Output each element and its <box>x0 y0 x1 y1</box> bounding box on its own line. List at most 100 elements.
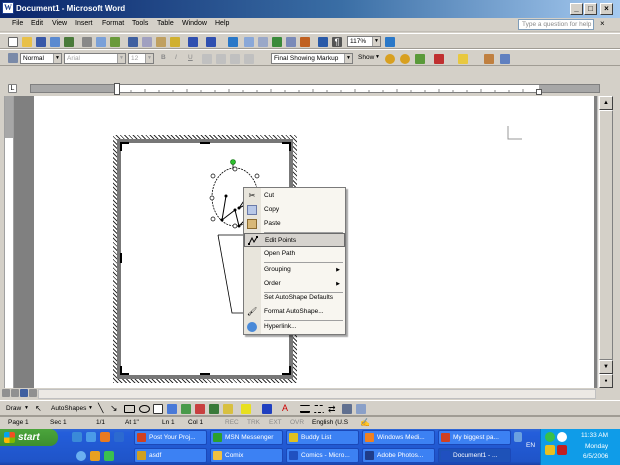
task-my-biggest[interactable]: My biggest pa... <box>438 430 511 445</box>
diagram-icon[interactable] <box>181 404 191 414</box>
task-msn-messenger[interactable]: MSN Messenger <box>210 430 283 445</box>
status-trk[interactable]: TRK <box>247 419 260 426</box>
menu-item-format-autoshape[interactable]: 🖌 Format AutoShape... <box>244 305 345 319</box>
browse-object-icon[interactable]: ● <box>599 374 613 388</box>
quick-launch-firefox-icon[interactable] <box>100 432 110 442</box>
vertical-scrollbar[interactable]: ▲ ▼ ● <box>597 96 613 388</box>
outline-view-icon[interactable] <box>29 389 37 397</box>
line-tool-icon[interactable]: ╲ <box>98 403 103 414</box>
dash-style-icon[interactable] <box>314 405 324 413</box>
draw-menu-button[interactable]: Draw <box>6 405 21 412</box>
task-adobe-photoshop[interactable]: Adobe Photos... <box>362 448 435 463</box>
line-color-icon[interactable] <box>262 404 272 414</box>
task-buddy-list[interactable]: Buddy List <box>286 430 359 445</box>
quick-launch-media-icon[interactable] <box>86 432 96 442</box>
task-icon <box>289 433 298 442</box>
paste-icon <box>247 219 257 229</box>
status-rec[interactable]: REC <box>225 419 239 426</box>
status-pages: 1/1 <box>96 419 106 426</box>
task-comix[interactable]: Comix <box>210 448 283 463</box>
hyperlink-icon <box>247 322 257 332</box>
submenu-arrow-icon: ▶ <box>336 267 340 273</box>
task-windows-media[interactable]: Windows Medi... <box>362 430 435 445</box>
menu-item-label: Order <box>264 280 281 287</box>
spelling-status-icon[interactable]: ✍ <box>360 418 370 427</box>
rectangle-tool-icon[interactable] <box>124 405 135 413</box>
select-objects-icon[interactable]: ↖ <box>35 404 42 413</box>
fill-color-icon[interactable] <box>241 404 251 414</box>
normal-view-icon[interactable] <box>2 389 10 397</box>
picture-icon[interactable] <box>223 404 233 414</box>
status-at: At 1" <box>125 419 139 426</box>
context-menu: ✂ Cut Copy Paste Edit Points Open Path G… <box>243 187 346 335</box>
submenu-arrow-icon: ▶ <box>336 281 340 287</box>
menu-item-hyperlink[interactable]: Hyperlink... <box>244 320 345 334</box>
task-label: Post Your Proj... <box>149 434 196 441</box>
task-icon <box>213 433 222 442</box>
edit-points-icon <box>248 236 258 246</box>
arrow-style-icon[interactable]: ⇄ <box>328 404 338 414</box>
shadow-style-icon[interactable] <box>342 404 352 414</box>
3d-style-icon[interactable] <box>356 404 366 414</box>
scroll-thumb[interactable] <box>599 110 613 360</box>
line-style-icon[interactable] <box>300 405 310 413</box>
scissors-icon: ✂ <box>248 191 256 200</box>
scroll-up-icon[interactable]: ▲ <box>599 96 613 110</box>
menu-item-set-autoshape-defaults[interactable]: Set AutoShape Defaults <box>244 291 345 305</box>
task-post-your-project[interactable]: Post Your Proj... <box>134 430 207 445</box>
scroll-down-icon[interactable]: ▼ <box>599 360 613 374</box>
task-icon <box>441 433 450 442</box>
arrow-tool-icon[interactable]: ↘ <box>110 403 118 414</box>
menu-item-label: Cut <box>264 192 275 199</box>
tray-security-icon[interactable] <box>557 445 567 455</box>
taskbar-expand-icon[interactable] <box>514 432 522 442</box>
task-label: Document1 - ... <box>453 452 498 459</box>
quick-launch-aim-icon[interactable] <box>90 451 100 461</box>
quick-launch-search-icon[interactable] <box>76 451 86 461</box>
language-indicator[interactable]: EN <box>526 442 535 449</box>
sizing-handle <box>232 166 238 172</box>
quick-launch-msn-icon[interactable] <box>104 451 114 461</box>
task-label: My biggest pa... <box>453 434 499 441</box>
status-ext[interactable]: EXT <box>269 419 282 426</box>
web-layout-icon[interactable] <box>11 389 19 397</box>
tray-aim-icon[interactable] <box>545 445 555 455</box>
clip-art-icon[interactable] <box>195 404 205 414</box>
sizing-handle <box>210 173 216 179</box>
tray-network-icon[interactable] <box>557 432 567 442</box>
menu-item-paste[interactable]: Paste <box>244 217 345 231</box>
task-document1[interactable]: Document1 - ... <box>438 448 511 463</box>
menu-item-open-path[interactable]: Open Path <box>244 247 345 261</box>
view-bar <box>0 388 620 400</box>
menu-item-label: Copy <box>264 206 280 213</box>
menu-item-label: Edit Points <box>265 237 297 244</box>
horizontal-scrollbar[interactable] <box>38 389 596 399</box>
menu-item-grouping[interactable]: Grouping ▶ <box>244 263 345 277</box>
font-color-icon[interactable]: A <box>282 403 288 413</box>
menu-item-edit-points[interactable]: Edit Points <box>244 233 345 247</box>
menu-item-cut[interactable]: ✂ Cut <box>244 189 345 203</box>
menu-item-copy[interactable]: Copy <box>244 203 345 217</box>
task-comics-word[interactable]: Comics - Micro... <box>286 448 359 463</box>
menu-item-label: Set AutoShape Defaults <box>264 294 334 301</box>
quick-launch-ie-icon[interactable] <box>72 432 82 442</box>
start-button[interactable]: start <box>0 429 58 446</box>
menu-item-label: Paste <box>264 220 281 227</box>
status-bar: Page 1 Sec 1 1/1 At 1" Ln 1 Col 1 REC TR… <box>0 416 620 429</box>
task-icon <box>289 451 298 460</box>
sizing-handle <box>232 223 238 229</box>
status-ovr[interactable]: OVR <box>290 419 304 426</box>
sizing-handle <box>254 173 260 179</box>
quick-launch-desktop-icon[interactable] <box>114 432 124 442</box>
print-layout-icon[interactable] <box>20 389 28 397</box>
autoshapes-menu-button[interactable]: AutoShapes <box>51 405 86 412</box>
task-label: Adobe Photos... <box>377 452 424 459</box>
task-icon <box>365 451 374 460</box>
text-box-icon[interactable] <box>153 404 163 414</box>
oval-tool-icon[interactable] <box>139 405 150 413</box>
tray-msn-icon[interactable] <box>545 432 555 442</box>
wordart-icon[interactable] <box>167 404 177 414</box>
insert-picture-icon[interactable] <box>209 404 219 414</box>
menu-item-order[interactable]: Order ▶ <box>244 277 345 291</box>
task-asdf[interactable]: asdf <box>134 448 207 463</box>
